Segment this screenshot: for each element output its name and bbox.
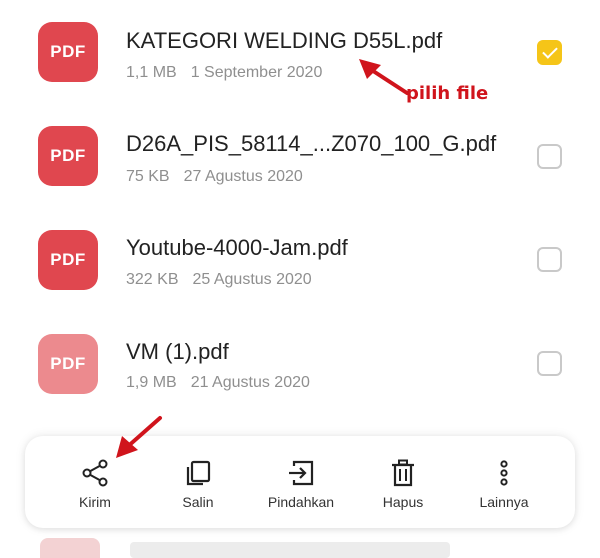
more-button[interactable]: Lainnya: [449, 436, 559, 528]
file-row[interactable]: PDF Youtube-4000-Jam.pdf 322 KB 25 Agustu…: [0, 208, 600, 312]
pdf-file-icon: PDF: [38, 126, 98, 186]
file-name: D26A_PIS_58114_...Z070_100_G.pdf: [126, 131, 497, 156]
file-row[interactable]: PDF D26A_PIS_58114_...Z070_100_G.pdf 75 …: [0, 104, 600, 208]
bottom-action-bar: Kirim Salin Pindahkan Hapus Lainnya: [25, 436, 575, 528]
file-checkbox[interactable]: [537, 144, 562, 169]
file-checkbox-checked[interactable]: [537, 40, 562, 65]
file-meta: 1,1 MB 1 September 2020: [126, 64, 322, 82]
share-icon: [82, 459, 108, 487]
file-date: 21 Agustus 2020: [190, 374, 310, 391]
file-size: 1,9 MB: [126, 374, 177, 391]
file-date: 25 Agustus 2020: [192, 271, 312, 288]
move-button[interactable]: Pindahkan: [246, 436, 356, 528]
file-size: 75 KB: [126, 168, 170, 185]
pdf-file-icon: PDF: [38, 230, 98, 290]
more-label: Lainnya: [479, 494, 529, 510]
file-size: 322 KB: [126, 271, 179, 288]
delete-button[interactable]: Hapus: [348, 436, 458, 528]
send-label: Kirim: [79, 494, 111, 510]
file-checkbox[interactable]: [537, 247, 562, 272]
pdf-file-icon: PDF: [38, 22, 98, 82]
trash-icon: [392, 459, 414, 487]
copy-label: Salin: [182, 494, 214, 510]
annotation-label: pilih file: [406, 83, 489, 104]
file-size: 1,1 MB: [126, 64, 177, 81]
file-date: 1 September 2020: [190, 64, 323, 81]
more-vertical-icon: [500, 460, 508, 486]
file-row[interactable]: PDF KATEGORI WELDING D55L.pdf 1,1 MB 1 Se…: [0, 0, 600, 104]
file-name: VM (1).pdf: [126, 339, 229, 364]
file-checkbox[interactable]: [537, 351, 562, 376]
annotation-arrow-icon: [116, 416, 162, 458]
copy-icon: [186, 460, 211, 486]
file-name-partial: [130, 542, 450, 558]
file-row[interactable]: PDF VM (1).pdf 1,9 MB 21 Agustus 2020: [0, 312, 600, 416]
move-label: Pindahkan: [267, 494, 335, 510]
file-name: KATEGORI WELDING D55L.pdf: [126, 28, 443, 53]
move-icon: [289, 460, 314, 486]
file-name: Youtube-4000-Jam.pdf: [126, 235, 348, 260]
pdf-file-icon: PDF: [38, 334, 98, 394]
pdf-file-icon: [40, 538, 100, 558]
file-meta: 75 KB 27 Agustus 2020: [126, 168, 303, 186]
delete-label: Hapus: [382, 494, 424, 510]
file-meta: 322 KB 25 Agustus 2020: [126, 271, 312, 289]
file-meta: 1,9 MB 21 Agustus 2020: [126, 374, 310, 392]
file-date: 27 Agustus 2020: [183, 168, 303, 185]
